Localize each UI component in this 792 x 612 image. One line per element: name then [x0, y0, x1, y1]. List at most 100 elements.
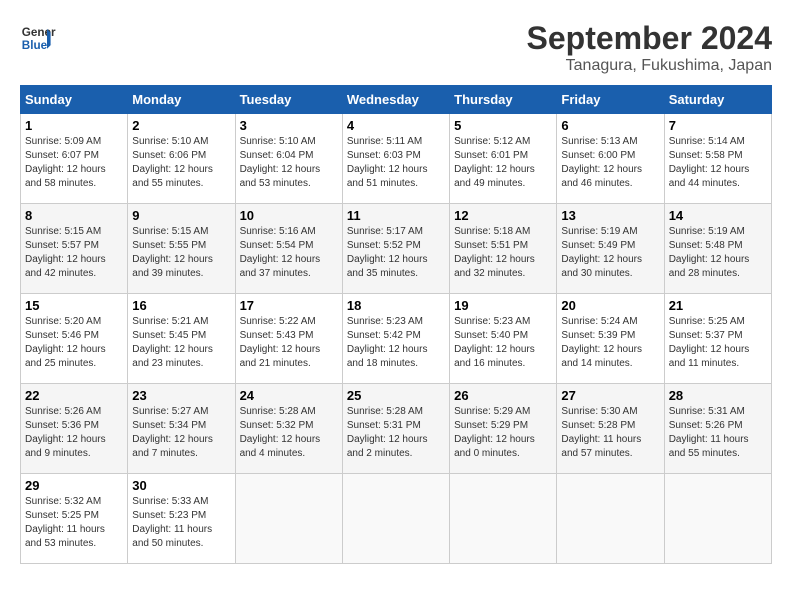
- calendar-day-cell: 5Sunrise: 5:12 AMSunset: 6:01 PMDaylight…: [450, 114, 557, 204]
- day-detail: Sunrise: 5:28 AMSunset: 5:32 PMDaylight:…: [240, 405, 338, 461]
- calendar-day-cell: 11 Sunrise: 5:17 AMSunset: 5:52 PMDayligh…: [342, 204, 449, 294]
- day-number: 3: [240, 118, 338, 133]
- day-number: 28: [669, 388, 767, 403]
- calendar-day-cell: 6Sunrise: 5:13 AMSunset: 6:00 PMDaylight…: [557, 114, 664, 204]
- calendar-day-cell: 30 Sunrise: 5:33 AMSunset: 5:23 PMDayligh…: [128, 474, 235, 564]
- day-detail: Sunrise: 5:30 AMSunset: 5:28 PMDaylight:…: [561, 405, 659, 461]
- day-detail: Sunrise: 5:13 AMSunset: 6:00 PMDaylight:…: [561, 135, 659, 191]
- day-number: 24: [240, 388, 338, 403]
- day-number: 5: [454, 118, 552, 133]
- day-number: 7: [669, 118, 767, 133]
- day-detail: Sunrise: 5:10 AMSunset: 6:04 PMDaylight:…: [240, 135, 338, 191]
- calendar-day-cell: [557, 474, 664, 564]
- day-detail: Sunrise: 5:11 AMSunset: 6:03 PMDaylight:…: [347, 135, 445, 191]
- page-subtitle: Tanagura, Fukushima, Japan: [527, 57, 772, 75]
- day-number: 30: [132, 478, 230, 493]
- day-detail: Sunrise: 5:24 AMSunset: 5:39 PMDaylight:…: [561, 315, 659, 371]
- calendar-day-cell: 2 Sunrise: 5:10 AMSunset: 6:06 PMDaylight…: [128, 114, 235, 204]
- day-detail: Sunrise: 5:10 AMSunset: 6:06 PMDaylight:…: [132, 135, 230, 191]
- day-detail: Sunrise: 5:33 AMSunset: 5:23 PMDaylight:…: [132, 495, 230, 551]
- day-detail: Sunrise: 5:15 AMSunset: 5:57 PMDaylight:…: [25, 225, 123, 281]
- calendar-day-cell: 12 Sunrise: 5:18 AMSunset: 5:51 PMDayligh…: [450, 204, 557, 294]
- calendar-day-cell: 15 Sunrise: 5:20 AMSunset: 5:46 PMDayligh…: [21, 294, 128, 384]
- page-title: September 2024: [527, 20, 772, 57]
- day-number: 9: [132, 208, 230, 223]
- day-detail: Sunrise: 5:17 AMSunset: 5:52 PMDaylight:…: [347, 225, 445, 281]
- day-detail: Sunrise: 5:21 AMSunset: 5:45 PMDaylight:…: [132, 315, 230, 371]
- title-area: September 2024 Tanagura, Fukushima, Japa…: [527, 20, 772, 75]
- day-detail: Sunrise: 5:09 AMSunset: 6:07 PMDaylight:…: [25, 135, 123, 191]
- day-detail: Sunrise: 5:20 AMSunset: 5:46 PMDaylight:…: [25, 315, 123, 371]
- day-detail: Sunrise: 5:23 AMSunset: 5:40 PMDaylight:…: [454, 315, 552, 371]
- day-number: 23: [132, 388, 230, 403]
- day-detail: Sunrise: 5:26 AMSunset: 5:36 PMDaylight:…: [25, 405, 123, 461]
- day-detail: Sunrise: 5:18 AMSunset: 5:51 PMDaylight:…: [454, 225, 552, 281]
- calendar-week-row: 8 Sunrise: 5:15 AMSunset: 5:57 PMDaylight…: [21, 204, 772, 294]
- day-number: 25: [347, 388, 445, 403]
- day-number: 27: [561, 388, 659, 403]
- day-number: 14: [669, 208, 767, 223]
- day-number: 12: [454, 208, 552, 223]
- day-detail: Sunrise: 5:19 AMSunset: 5:49 PMDaylight:…: [561, 225, 659, 281]
- day-number: 29: [25, 478, 123, 493]
- calendar-day-cell: 10 Sunrise: 5:16 AMSunset: 5:54 PMDayligh…: [235, 204, 342, 294]
- calendar-day-cell: 21 Sunrise: 5:25 AMSunset: 5:37 PMDayligh…: [664, 294, 771, 384]
- calendar-week-row: 15 Sunrise: 5:20 AMSunset: 5:46 PMDayligh…: [21, 294, 772, 384]
- calendar-header-row: SundayMondayTuesdayWednesdayThursdayFrid…: [21, 86, 772, 114]
- day-detail: Sunrise: 5:28 AMSunset: 5:31 PMDaylight:…: [347, 405, 445, 461]
- calendar-day-cell: 17 Sunrise: 5:22 AMSunset: 5:43 PMDayligh…: [235, 294, 342, 384]
- calendar-day-cell: 3 Sunrise: 5:10 AMSunset: 6:04 PMDaylight…: [235, 114, 342, 204]
- day-of-week-header: Tuesday: [235, 86, 342, 114]
- calendar-day-cell: 19Sunrise: 5:23 AMSunset: 5:40 PMDayligh…: [450, 294, 557, 384]
- day-detail: Sunrise: 5:31 AMSunset: 5:26 PMDaylight:…: [669, 405, 767, 461]
- calendar-day-cell: 24 Sunrise: 5:28 AMSunset: 5:32 PMDayligh…: [235, 384, 342, 474]
- day-detail: Sunrise: 5:23 AMSunset: 5:42 PMDaylight:…: [347, 315, 445, 371]
- day-number: 18: [347, 298, 445, 313]
- calendar-day-cell: [342, 474, 449, 564]
- day-number: 11: [347, 208, 445, 223]
- calendar-day-cell: 16 Sunrise: 5:21 AMSunset: 5:45 PMDayligh…: [128, 294, 235, 384]
- day-detail: Sunrise: 5:16 AMSunset: 5:54 PMDaylight:…: [240, 225, 338, 281]
- day-number: 8: [25, 208, 123, 223]
- calendar-day-cell: 20 Sunrise: 5:24 AMSunset: 5:39 PMDayligh…: [557, 294, 664, 384]
- day-detail: Sunrise: 5:27 AMSunset: 5:34 PMDaylight:…: [132, 405, 230, 461]
- day-number: 20: [561, 298, 659, 313]
- calendar-day-cell: 18 Sunrise: 5:23 AMSunset: 5:42 PMDayligh…: [342, 294, 449, 384]
- day-of-week-header: Friday: [557, 86, 664, 114]
- day-of-week-header: Monday: [128, 86, 235, 114]
- day-number: 10: [240, 208, 338, 223]
- day-of-week-header: Wednesday: [342, 86, 449, 114]
- day-number: 15: [25, 298, 123, 313]
- calendar-day-cell: 22Sunrise: 5:26 AMSunset: 5:36 PMDayligh…: [21, 384, 128, 474]
- calendar-body: 1 Sunrise: 5:09 AMSunset: 6:07 PMDaylight…: [21, 114, 772, 564]
- day-of-week-header: Sunday: [21, 86, 128, 114]
- calendar-day-cell: 7Sunrise: 5:14 AMSunset: 5:58 PMDaylight…: [664, 114, 771, 204]
- day-number: 16: [132, 298, 230, 313]
- calendar-day-cell: 29 Sunrise: 5:32 AMSunset: 5:25 PMDayligh…: [21, 474, 128, 564]
- calendar-day-cell: 1 Sunrise: 5:09 AMSunset: 6:07 PMDaylight…: [21, 114, 128, 204]
- calendar-day-cell: [235, 474, 342, 564]
- calendar-day-cell: [450, 474, 557, 564]
- day-detail: Sunrise: 5:32 AMSunset: 5:25 PMDaylight:…: [25, 495, 123, 551]
- calendar-day-cell: 25 Sunrise: 5:28 AMSunset: 5:31 PMDayligh…: [342, 384, 449, 474]
- day-number: 13: [561, 208, 659, 223]
- day-detail: Sunrise: 5:25 AMSunset: 5:37 PMDaylight:…: [669, 315, 767, 371]
- day-number: 17: [240, 298, 338, 313]
- calendar-week-row: 22Sunrise: 5:26 AMSunset: 5:36 PMDayligh…: [21, 384, 772, 474]
- day-number: 2: [132, 118, 230, 133]
- day-number: 21: [669, 298, 767, 313]
- calendar-week-row: 1 Sunrise: 5:09 AMSunset: 6:07 PMDaylight…: [21, 114, 772, 204]
- day-of-week-header: Thursday: [450, 86, 557, 114]
- calendar-day-cell: 23 Sunrise: 5:27 AMSunset: 5:34 PMDayligh…: [128, 384, 235, 474]
- day-number: 1: [25, 118, 123, 133]
- calendar-day-cell: 4 Sunrise: 5:11 AMSunset: 6:03 PMDaylight…: [342, 114, 449, 204]
- day-detail: Sunrise: 5:29 AMSunset: 5:29 PMDaylight:…: [454, 405, 552, 461]
- calendar-day-cell: 27 Sunrise: 5:30 AMSunset: 5:28 PMDayligh…: [557, 384, 664, 474]
- svg-text:General: General: [22, 26, 56, 39]
- day-detail: Sunrise: 5:22 AMSunset: 5:43 PMDaylight:…: [240, 315, 338, 371]
- day-number: 4: [347, 118, 445, 133]
- calendar-table: SundayMondayTuesdayWednesdayThursdayFrid…: [20, 85, 772, 564]
- calendar-week-row: 29 Sunrise: 5:32 AMSunset: 5:25 PMDayligh…: [21, 474, 772, 564]
- day-number: 26: [454, 388, 552, 403]
- calendar-day-cell: 26 Sunrise: 5:29 AMSunset: 5:29 PMDayligh…: [450, 384, 557, 474]
